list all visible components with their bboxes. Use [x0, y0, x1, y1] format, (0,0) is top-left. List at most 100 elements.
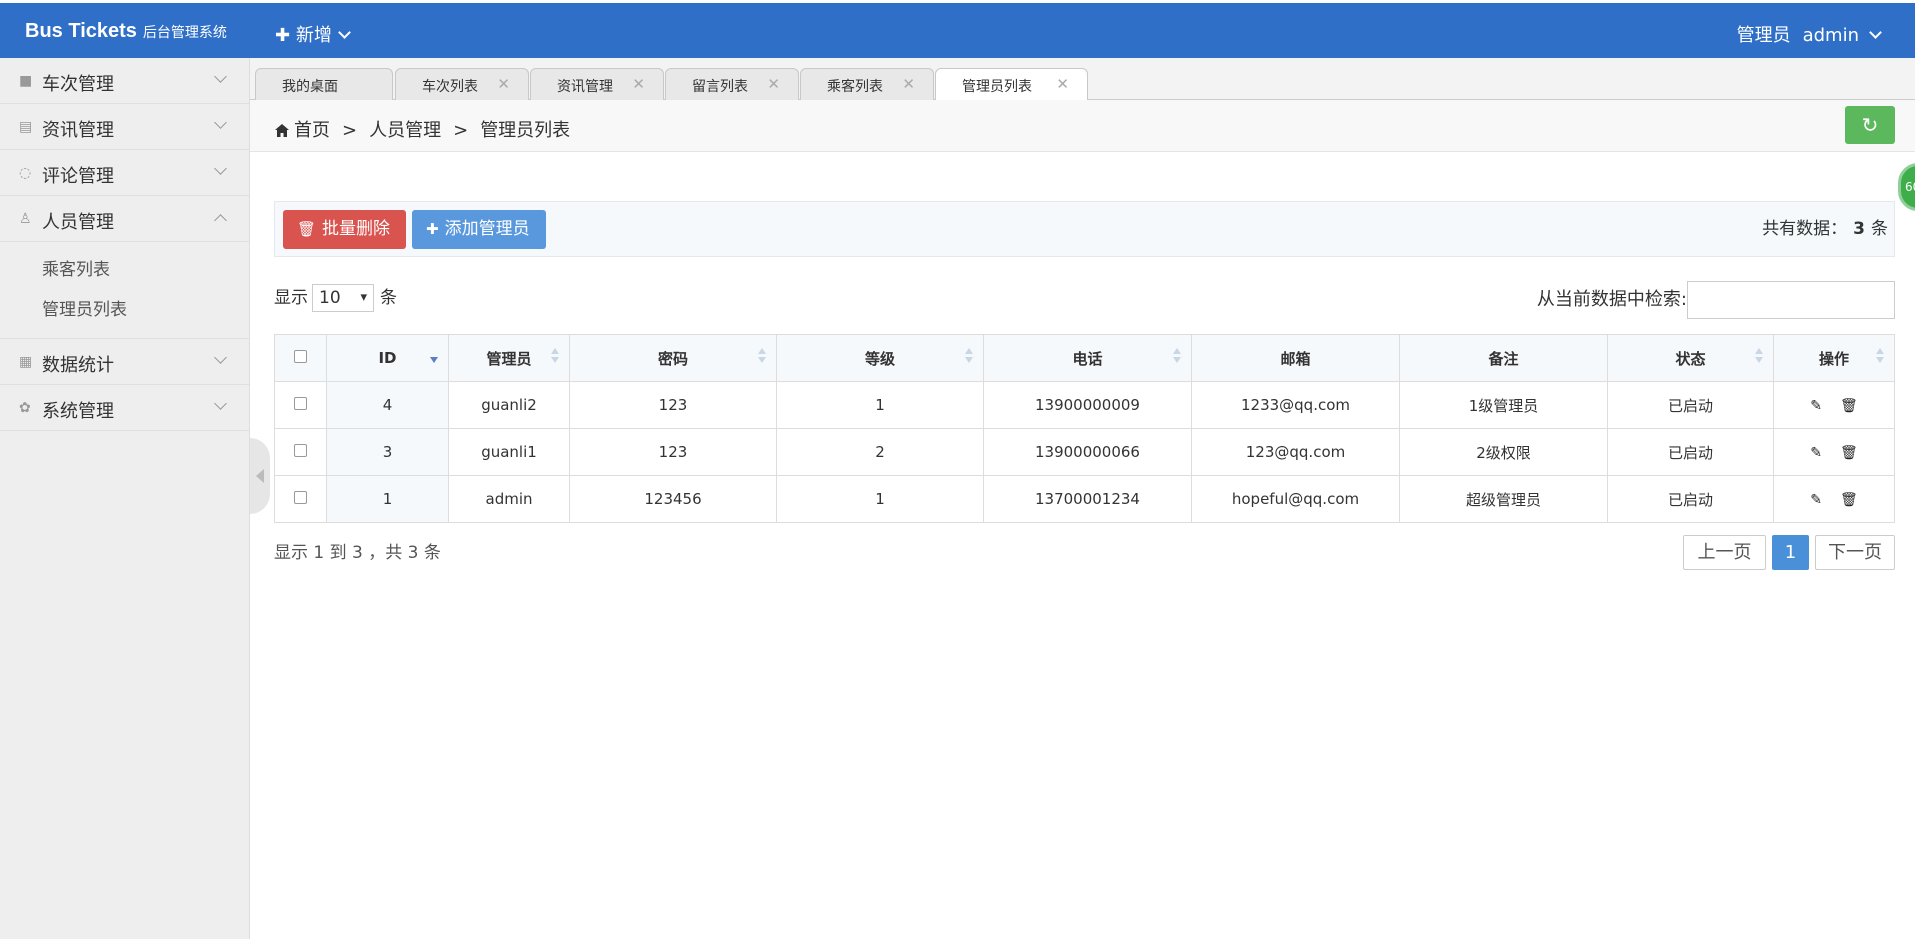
close-icon[interactable]: ✕ — [632, 75, 645, 93]
edit-icon[interactable]: ✎ — [1810, 445, 1822, 461]
tab-desktop[interactable]: 我的桌面 — [255, 68, 393, 100]
chevron-down-icon — [1869, 26, 1882, 39]
col-actions[interactable]: 操作 — [1773, 334, 1895, 382]
cell-actions: ✎ 🗑 — [1773, 428, 1895, 476]
col-status[interactable]: 状态 — [1607, 334, 1774, 382]
table-info: 显示 1 到 3 ，共 3 条 — [274, 543, 441, 563]
row-checkbox-cell — [274, 381, 327, 429]
row-checkbox[interactable] — [294, 444, 307, 457]
table-toolbar: 🗑 批量删除 ✚ 添加管理员 共有数据： 3 条 — [274, 201, 1895, 257]
total-count: 共有数据： 3 条 — [1762, 219, 1888, 239]
cell-phone: 13900000009 — [983, 381, 1192, 429]
cell-status: 已启动 — [1607, 428, 1774, 476]
cell-email: 123@qq.com — [1191, 428, 1400, 476]
search-control: 从当前数据中检索: — [1537, 281, 1895, 319]
tab-admins[interactable]: 管理员列表 ✕ — [935, 68, 1088, 101]
close-icon[interactable]: ✕ — [902, 75, 915, 93]
floating-badge[interactable]: 60 — [1898, 163, 1915, 211]
top-header: Bus Tickets 后台管理系统 ✚ 新增 管理员 admin — [0, 0, 1915, 58]
table-row: 1 admin 123456 1 13700001234 hopeful@qq.… — [274, 475, 1895, 523]
sidebar-subitem-admins[interactable]: 管理员列表 — [0, 290, 249, 330]
refresh-icon: ↻ — [1861, 113, 1879, 137]
cell-note: 超级管理员 — [1399, 475, 1608, 523]
breadcrumb-bar: 首页 > 人员管理 > 管理员列表 ↻ — [250, 100, 1915, 152]
col-admin[interactable]: 管理员 — [448, 334, 570, 382]
tab-messages[interactable]: 留言列表 ✕ — [665, 68, 799, 100]
staff-submenu: 乘客列表 管理员列表 — [0, 242, 249, 339]
app-logo[interactable]: Bus Tickets 后台管理系统 — [25, 20, 227, 43]
col-level[interactable]: 等级 — [776, 334, 984, 382]
close-icon[interactable]: ✕ — [767, 75, 780, 93]
col-id[interactable]: ID — [326, 334, 449, 382]
sidebar-collapse-toggle[interactable] — [250, 438, 270, 514]
sidebar-subitem-passengers[interactable]: 乘客列表 — [0, 250, 249, 290]
col-phone[interactable]: 电话 — [983, 334, 1192, 382]
sidebar-item-system[interactable]: ✿ 系统管理 — [0, 385, 249, 431]
row-checkbox[interactable] — [294, 491, 307, 504]
close-icon[interactable]: ✕ — [497, 75, 510, 93]
cell-admin: guanli1 — [448, 428, 570, 476]
sidebar-item-staff[interactable]: ♙ 人员管理 — [0, 196, 249, 242]
gear-icon: ✿ — [19, 400, 31, 416]
page-1-button[interactable]: 1 — [1772, 535, 1809, 570]
cell-admin: guanli2 — [448, 381, 570, 429]
cell-note: 2级权限 — [1399, 428, 1608, 476]
chevron-down-icon — [214, 70, 227, 83]
edit-icon[interactable]: ✎ — [1810, 492, 1822, 508]
page-length-control: 显示10条 — [274, 283, 397, 312]
role-label: 管理员 — [1736, 25, 1791, 46]
tab-news[interactable]: 资讯管理 ✕ — [530, 68, 664, 100]
sort-icon — [1755, 348, 1763, 366]
trash-icon[interactable]: 🗑 — [1840, 398, 1858, 414]
search-label: 从当前数据中检索: — [1536, 289, 1687, 310]
tab-bar: 我的桌面 车次列表 ✕ 资讯管理 ✕ 留言列表 ✕ 乘客列表 ✕ 管理员列表 ✕ — [250, 58, 1915, 101]
row-checkbox-cell — [274, 475, 327, 523]
chevron-down-icon — [337, 26, 351, 39]
cell-id: 4 — [326, 381, 449, 429]
sidebar: ■ 车次管理 ▤ 资讯管理 ◌ 评论管理 ♙ 人员管理 乘客列表 管理员列表 ▦ 数据统计… — [0, 58, 250, 939]
user-icon: ♙ — [19, 211, 32, 227]
breadcrumb-staff[interactable]: 人员管理 — [369, 120, 441, 141]
table-header-row: ID 管理员 密码 等级 电话 邮箱 备注 状态 操作 — [274, 334, 1895, 382]
cell-password: 123 — [569, 381, 777, 429]
chevron-down-icon — [214, 397, 227, 410]
cell-level: 2 — [776, 428, 984, 476]
table-row: 4 guanli2 123 1 13900000009 1233@qq.com … — [274, 381, 1895, 429]
tab-passengers[interactable]: 乘客列表 ✕ — [800, 68, 934, 100]
tab-trips[interactable]: 车次列表 ✕ — [395, 68, 529, 100]
next-page-button[interactable]: 下一页 — [1815, 535, 1895, 570]
row-checkbox[interactable] — [294, 397, 307, 410]
cell-id: 3 — [326, 428, 449, 476]
breadcrumb-home[interactable]: 首页 — [294, 120, 330, 141]
prev-page-button[interactable]: 上一页 — [1683, 535, 1766, 570]
select-all-header — [274, 334, 327, 382]
plus-icon: ✚ — [275, 25, 291, 46]
page-length-select[interactable]: 10 — [312, 284, 374, 312]
sidebar-item-comments[interactable]: ◌ 评论管理 — [0, 150, 249, 196]
sort-icon — [1876, 348, 1884, 366]
trash-icon[interactable]: 🗑 — [1840, 445, 1858, 461]
app-subtitle: 后台管理系统 — [142, 24, 227, 40]
add-menu[interactable]: ✚ 新增 — [275, 21, 351, 47]
search-input[interactable] — [1687, 281, 1895, 319]
trash-icon[interactable]: 🗑 — [1840, 492, 1858, 508]
cell-actions: ✎ 🗑 — [1773, 475, 1895, 523]
batch-delete-button[interactable]: 🗑 批量删除 — [283, 210, 407, 249]
sidebar-item-stats[interactable]: ▦ 数据统计 — [0, 339, 249, 385]
sort-icon — [1173, 348, 1181, 366]
user-menu[interactable]: 管理员 admin — [1736, 21, 1882, 47]
edit-icon[interactable]: ✎ — [1810, 398, 1822, 414]
sidebar-item-news[interactable]: ▤ 资讯管理 — [0, 104, 249, 150]
sidebar-item-trips[interactable]: ■ 车次管理 — [0, 58, 249, 104]
close-icon[interactable]: ✕ — [1056, 75, 1069, 93]
cell-password: 123 — [569, 428, 777, 476]
select-all-checkbox[interactable] — [294, 350, 307, 363]
chevron-up-icon — [214, 214, 227, 227]
sort-icon — [551, 348, 559, 366]
refresh-button[interactable]: ↻ — [1845, 106, 1895, 144]
trash-icon: 🗑 — [297, 220, 317, 238]
col-password[interactable]: 密码 — [569, 334, 777, 382]
cell-status: 已启动 — [1607, 475, 1774, 523]
add-admin-button[interactable]: ✚ 添加管理员 — [412, 210, 546, 249]
admin-table: ID 管理员 密码 等级 电话 邮箱 备注 状态 操作 4 guanli2 12… — [274, 334, 1895, 523]
